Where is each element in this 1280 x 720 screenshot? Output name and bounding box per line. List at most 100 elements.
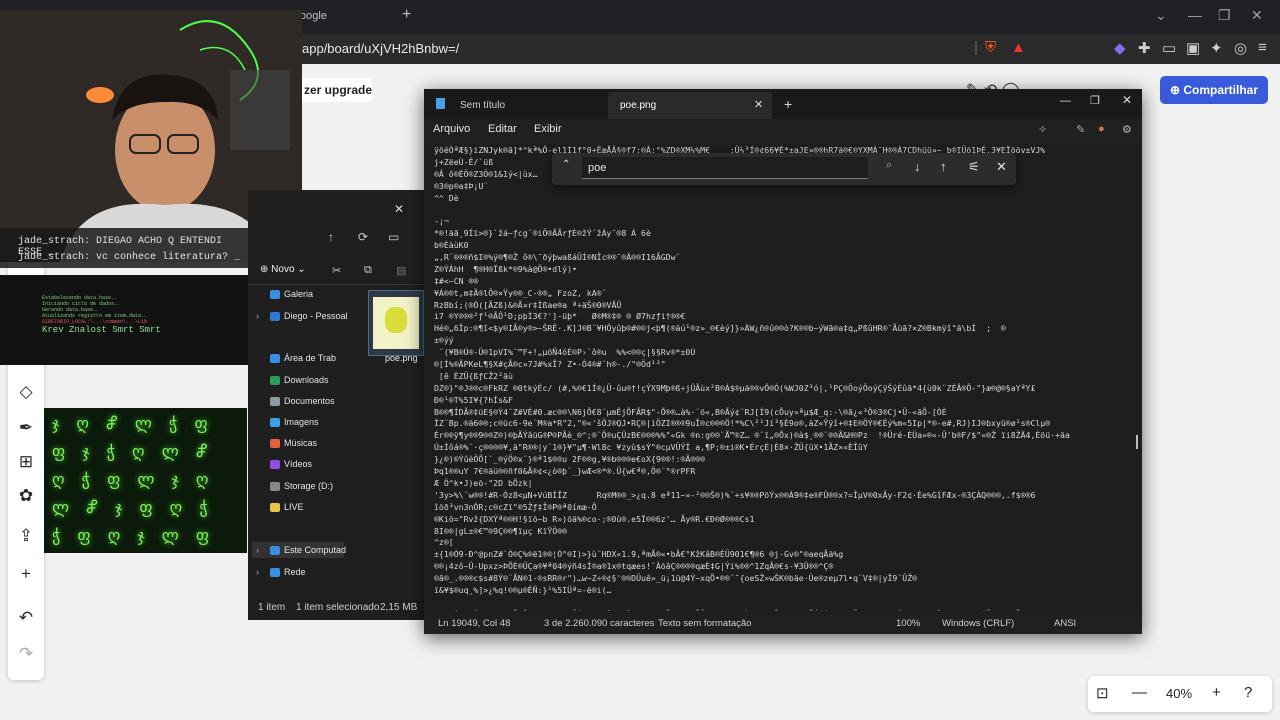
- nav-item-desktop[interactable]: Área de Trab: [284, 353, 336, 363]
- url-text[interactable]: app/board/uXjVH2hBnbw=/: [302, 41, 459, 56]
- chevron-right-icon[interactable]: ›: [256, 311, 259, 321]
- nav-item-documents[interactable]: Documentos: [284, 396, 335, 406]
- brave-shield-icon[interactable]: ⛨: [985, 39, 996, 56]
- copilot-icon[interactable]: ✧: [1038, 123, 1047, 136]
- chevron-right-icon[interactable]: ›: [256, 545, 259, 555]
- nav-item-videos[interactable]: Vídeos: [284, 459, 312, 469]
- chat-overlay: jade_strach: DIEGAO ACHO Q ENTENDI ESSE …: [0, 228, 248, 268]
- extensions-icon[interactable]: ✚: [1138, 39, 1151, 57]
- nav-item-onedrive[interactable]: Diego - Pessoal: [284, 311, 348, 321]
- tab-search-icon[interactable]: ⌄: [1155, 7, 1167, 24]
- copy-icon[interactable]: ⧉: [364, 264, 372, 277]
- text-line: ^^ Dè: [434, 192, 459, 203]
- terminal-image[interactable]: Estabelecendo data.hase.. Iniciando cicl…: [0, 275, 248, 365]
- nav-item-music[interactable]: Músicas: [284, 438, 317, 448]
- wallet-icon[interactable]: ▣: [1186, 39, 1200, 57]
- menu-item-file[interactable]: Arquivo: [433, 123, 470, 135]
- text-line: RzBbí;(®Ó([ÃZß)&®Ã¤r‡Ìßae®a ª÷äŠ®0®VÃÜ: [434, 299, 622, 310]
- chat-user: jade_strach:: [18, 252, 91, 263]
- tab-active[interactable]: poe.png ✕: [608, 92, 772, 119]
- tab-untitled[interactable]: Sem título: [460, 100, 505, 111]
- refresh-icon[interactable]: ⟳: [358, 230, 368, 244]
- close-window-icon[interactable]: ✕: [1251, 7, 1263, 24]
- divider: [248, 284, 424, 285]
- redo-icon[interactable]: ↷: [14, 642, 38, 666]
- zoom-out-button[interactable]: —: [1132, 684, 1147, 701]
- videos-icon: [270, 460, 280, 469]
- menu-item-view[interactable]: Exibir: [534, 123, 562, 135]
- chevron-right-icon[interactable]: ›: [256, 567, 259, 577]
- nav-item-pictures[interactable]: Imagens: [284, 417, 319, 427]
- notepad-status-bar: Ln 19049, Col 48 3 de 2.260.090 caracter…: [424, 614, 1142, 634]
- upload-tool-icon[interactable]: ⇪: [14, 524, 38, 548]
- new-tab-icon[interactable]: +: [784, 96, 792, 112]
- search-icon[interactable]: ⌕: [886, 159, 892, 172]
- maximize-icon[interactable]: ❐: [1218, 7, 1231, 24]
- palette-tool-icon[interactable]: ✿: [14, 484, 38, 508]
- shapes-tool-icon[interactable]: ◇: [14, 380, 38, 404]
- nav-item-gallery[interactable]: Galeria: [284, 289, 313, 299]
- add-tool-icon[interactable]: +: [14, 562, 38, 586]
- file-name[interactable]: poe.png: [385, 353, 418, 363]
- notepad-text-area[interactable]: ÿöéÒªÆ§}iZNJyk®ã]*^kª%Ô-el1I1f°0+ËæÅÄ§®f…: [434, 145, 1124, 611]
- explorer-close-icon[interactable]: ✕: [394, 202, 404, 216]
- ai-rewrite-icon[interactable]: ✎: [1076, 123, 1085, 136]
- find-previous-icon[interactable]: ↑: [940, 159, 947, 174]
- file-tile[interactable]: [368, 290, 424, 356]
- glyph-image[interactable]: ჯ ღ Ⴥ ლ ჭ ფ ფ ჯ ჭ ღ ლ Ⴥ ღ ჭ ფ ლ ჯ ღ ლ Ⴥ …: [44, 408, 247, 553]
- maximize-icon[interactable]: ❐: [1090, 94, 1100, 107]
- minimize-icon[interactable]: —: [1188, 7, 1202, 23]
- undo-icon[interactable]: ↶: [14, 606, 38, 630]
- find-options-icon[interactable]: ⚟: [968, 159, 980, 175]
- status-zoom: 100%: [896, 618, 921, 629]
- expand-replace-icon[interactable]: ⌃: [562, 159, 570, 170]
- nav-item-live[interactable]: LIVE: [284, 502, 304, 512]
- nav-item-network[interactable]: Rede: [284, 567, 306, 577]
- vpn-icon[interactable]: ◎: [1234, 39, 1247, 57]
- sidebar-icon[interactable]: ▭: [1162, 39, 1176, 57]
- text-line: ®Kiõ="Rvž{DXÝª®®H!§ïõ~b R»)õä%®co·;®0ù®.…: [434, 513, 755, 524]
- view-icon[interactable]: ▭: [388, 230, 399, 244]
- upgrade-button[interactable]: zer upgrade: [300, 78, 372, 102]
- new-button[interactable]: ⊕ Novo ⌄: [260, 264, 306, 275]
- desktop-icon: [270, 354, 280, 363]
- new-tab-button[interactable]: +: [402, 6, 411, 24]
- cut-icon[interactable]: ✂: [332, 264, 341, 277]
- menu-icon[interactable]: ≡: [1258, 39, 1267, 56]
- paste-icon[interactable]: ▤: [396, 264, 406, 277]
- share-button[interactable]: ⊕ Compartilhar: [1160, 76, 1268, 104]
- glyph-row: ლ Ⴥ ჯ ფ ღ ჭ: [52, 498, 214, 517]
- minimize-icon[interactable]: —: [1060, 95, 1071, 107]
- account-avatar[interactable]: ●: [1098, 123, 1105, 135]
- find-close-icon[interactable]: ✕: [996, 159, 1007, 175]
- notepad-app-icon: [436, 98, 445, 109]
- brave-rewards-icon[interactable]: ▲: [1011, 39, 1026, 56]
- settings-gear-icon[interactable]: ⚙: [1122, 123, 1132, 136]
- scrollbar-thumb[interactable]: [1136, 435, 1138, 449]
- browser-tab-title[interactable]: oogle: [300, 10, 327, 22]
- text-line: b®ÈàùK0: [434, 240, 469, 251]
- nav-item-downloads[interactable]: Downloads: [284, 375, 329, 385]
- crop-tool-icon[interactable]: ⊞: [14, 450, 38, 474]
- fit-screen-icon[interactable]: ⊡: [1096, 684, 1109, 702]
- zoom-in-button[interactable]: +: [1212, 684, 1221, 701]
- pen-tool-icon[interactable]: ✒: [14, 416, 38, 440]
- status-selected: 1 item selecionado: [296, 602, 380, 613]
- text-line: ®[Í%®ÃPKeL¶§X#çÃ®c¤7J#%xÎ? Z•-Ó4®#¨h®-./…: [434, 359, 666, 370]
- leo-icon[interactable]: ◆: [1114, 39, 1126, 57]
- find-next-icon[interactable]: ↓: [914, 159, 921, 174]
- up-icon[interactable]: ↑: [328, 230, 334, 244]
- text-line: ^z®[: [434, 537, 454, 548]
- tab-close-icon[interactable]: ✕: [754, 98, 763, 111]
- ai-icon[interactable]: ✦: [1210, 39, 1223, 57]
- help-button[interactable]: ?: [1244, 684, 1252, 701]
- nav-item-this-pc[interactable]: Este Computad: [284, 545, 346, 555]
- glyph-row: ფ ჯ ჭ ღ ლ Ⴥ: [52, 442, 214, 461]
- menu-item-edit[interactable]: Editar: [488, 123, 517, 135]
- drive-icon: [270, 482, 280, 491]
- text-line: ®ã®_.®®®c$s#8Ý®¨ÃN®1-®sRR®r")…w~Z÷®¢§'®®…: [434, 573, 918, 584]
- nav-item-storage[interactable]: Storage (D:): [284, 481, 333, 491]
- computer-icon: [270, 546, 280, 555]
- close-window-icon[interactable]: ✕: [1122, 93, 1132, 107]
- find-input[interactable]: [582, 157, 868, 179]
